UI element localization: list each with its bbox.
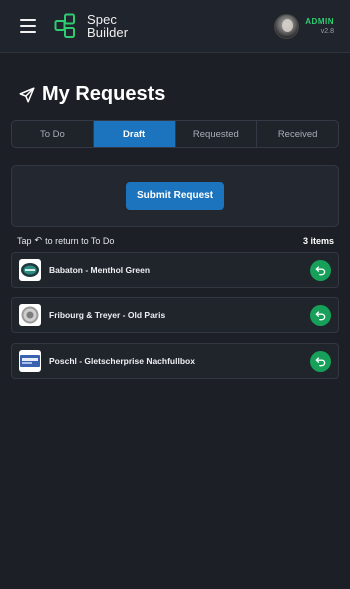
- user-info: ADMIN v2.8: [305, 17, 334, 35]
- item-name: Fribourg & Treyer - Old Paris: [49, 310, 166, 320]
- tab-received[interactable]: Received: [257, 121, 338, 147]
- tin-green-icon: [19, 259, 41, 281]
- submit-request-button[interactable]: Submit Request: [125, 182, 225, 210]
- app-header: Spec Builder ADMIN v2.8: [0, 0, 350, 53]
- return-to-todo-button[interactable]: [310, 259, 331, 281]
- avatar[interactable]: [274, 13, 300, 39]
- tab-requested[interactable]: Requested: [176, 121, 258, 147]
- request-status-tabs: To Do Draft Requested Received: [11, 120, 339, 148]
- tin-silver-icon: [19, 304, 41, 326]
- undo-icon: [315, 356, 326, 366]
- page-title: My Requests: [42, 83, 166, 105]
- return-to-todo-button[interactable]: [310, 350, 331, 372]
- box-blue-icon: [19, 350, 41, 372]
- undo-inline-icon: ↶: [34, 235, 43, 245]
- hint-prefix: Tap: [17, 235, 32, 246]
- hamburger-menu-icon[interactable]: [20, 19, 36, 33]
- list-item[interactable]: Poschl - Gletscherprise Nachfullbox: [11, 343, 339, 379]
- tab-to-do[interactable]: To Do: [12, 121, 94, 147]
- undo-icon: [315, 265, 326, 275]
- item-count: 3 items: [302, 235, 334, 246]
- app-name: Spec Builder: [87, 13, 128, 39]
- item-name: Babaton - Menthol Green: [49, 265, 151, 275]
- send-icon: [19, 87, 35, 102]
- spec-builder-logo-icon: [54, 13, 75, 38]
- submit-panel: Submit Request: [11, 165, 339, 227]
- list-item[interactable]: Fribourg & Treyer - Old Paris: [11, 297, 339, 333]
- tab-draft[interactable]: Draft: [93, 121, 176, 147]
- hint-suffix: to return to To Do: [45, 235, 115, 246]
- page-title-row: My Requests: [18, 83, 165, 106]
- list-info-row: Tap ↶ to return to To Do 3 items: [17, 235, 334, 246]
- app-version: v2.8: [320, 28, 334, 35]
- return-to-todo-button[interactable]: [310, 304, 331, 326]
- user-area[interactable]: ADMIN v2.8: [274, 13, 334, 39]
- undo-icon: [315, 310, 326, 320]
- list-item[interactable]: Babaton - Menthol Green: [11, 252, 339, 288]
- user-role: ADMIN: [305, 17, 334, 26]
- app-name-line2: Builder: [87, 25, 129, 40]
- item-name: Poschl - Gletscherprise Nachfullbox: [49, 356, 195, 366]
